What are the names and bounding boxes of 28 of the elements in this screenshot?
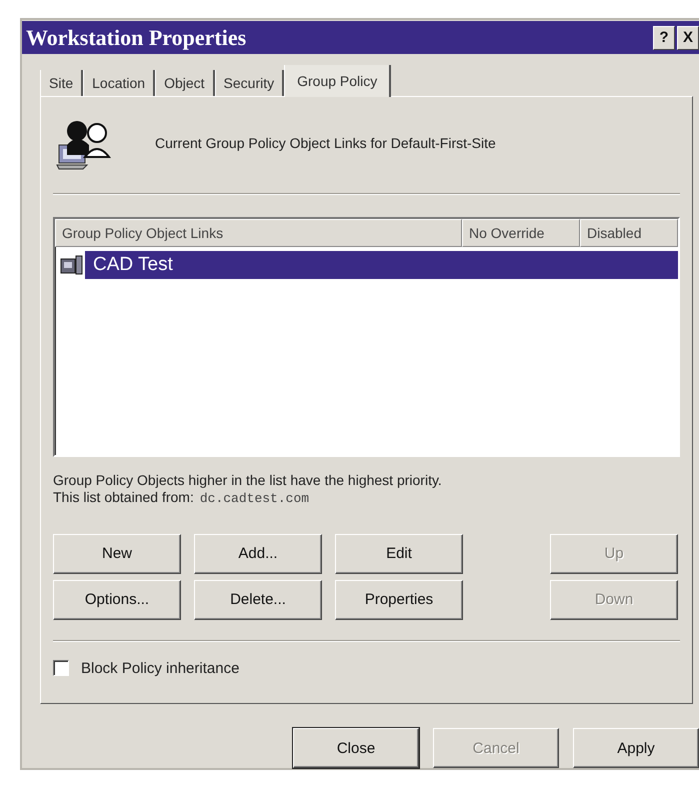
checkbox-label: Block Policy inheritance <box>81 660 240 677</box>
source-label: This list obtained from: <box>53 488 194 505</box>
action-button[interactable]: Options... <box>53 580 181 620</box>
column-header[interactable]: Disabled <box>580 218 678 247</box>
action-button[interactable]: Delete... <box>194 580 322 620</box>
tab[interactable]: Site <box>40 70 84 96</box>
links-list[interactable]: Group Policy Object Links No Override Disabled CAD Test <box>53 216 680 457</box>
tab[interactable]: Location <box>83 70 156 96</box>
action-button[interactable]: Properties <box>335 580 463 620</box>
tab[interactable]: Group Policy <box>284 64 392 97</box>
header-text: Current Group Policy Object Links for Default-First-Site <box>155 134 496 151</box>
title-close-button[interactable]: X <box>677 26 699 50</box>
action-button[interactable]: New <box>53 534 181 574</box>
tab[interactable]: Security <box>214 70 284 96</box>
column-header[interactable]: No Override <box>462 218 580 247</box>
tab[interactable]: Object <box>155 70 215 96</box>
window-title: Workstation Properties <box>26 24 248 51</box>
priority-note: Group Policy Objects higher in the list have the highest priority. <box>53 470 443 489</box>
policy-icon <box>59 252 85 277</box>
help-button[interactable]: ? <box>653 26 675 50</box>
action-button[interactable]: Edit <box>335 534 463 574</box>
list-item[interactable]: CAD Test <box>85 250 678 279</box>
server-name: dc.cadtest.com <box>200 490 310 506</box>
action-button[interactable]: Add... <box>194 534 322 574</box>
checkbox[interactable] <box>53 660 69 676</box>
column-header[interactable]: Group Policy Object Links <box>55 218 462 247</box>
dialog-button[interactable]: Close <box>293 728 419 768</box>
dialog-button[interactable]: Apply <box>573 728 699 768</box>
